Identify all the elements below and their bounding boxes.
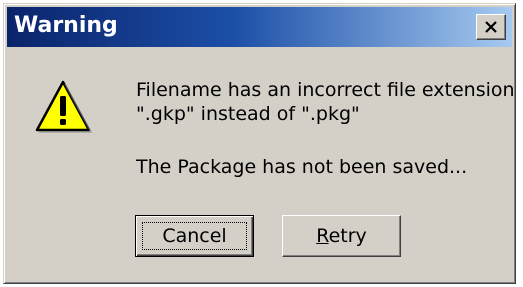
close-icon bbox=[485, 21, 497, 33]
cancel-button[interactable]: Cancel bbox=[135, 215, 254, 257]
retry-button[interactable]: Retry bbox=[282, 215, 401, 257]
retry-mnemonic: R bbox=[316, 225, 329, 247]
window-title: Warning bbox=[14, 13, 118, 38]
warning-dialog: Warning Filename has an incorrect file e… bbox=[3, 3, 516, 284]
message-line-2: ".gkp" instead of ".pkg" bbox=[136, 103, 360, 125]
retry-button-label: Retry bbox=[316, 225, 367, 247]
message-line-1: Filename has an incorrect file extension bbox=[136, 79, 515, 101]
focus-ring bbox=[142, 222, 247, 250]
close-button[interactable] bbox=[476, 14, 506, 40]
retry-label-rest: etry bbox=[328, 225, 367, 247]
title-bar[interactable]: Warning bbox=[7, 7, 512, 47]
warning-icon bbox=[35, 80, 92, 133]
message-line-3: The Package has not been saved... bbox=[136, 156, 468, 178]
